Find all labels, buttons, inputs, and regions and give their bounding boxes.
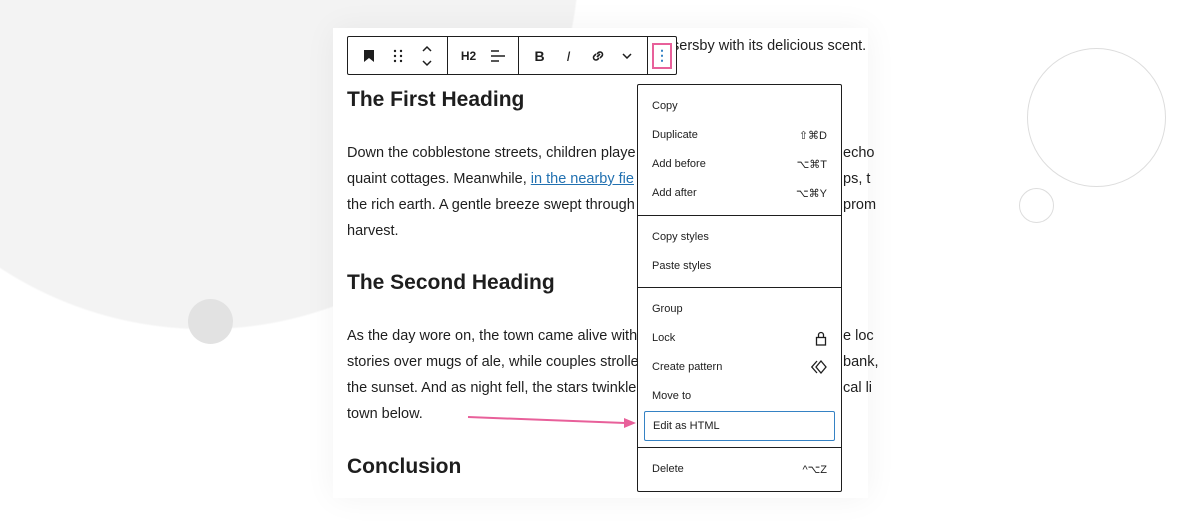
lock-icon xyxy=(815,331,827,346)
link-nearby-fields[interactable]: in the nearby fie xyxy=(531,171,634,187)
link-icon[interactable] xyxy=(583,38,612,74)
divider xyxy=(638,215,841,216)
menu-item-create-pattern[interactable]: Create pattern xyxy=(644,353,835,381)
bg-circle-small xyxy=(188,299,233,344)
paragraph-line: As the day wore on, the town came alive … xyxy=(347,328,638,344)
menu-item-edit-as-html[interactable]: Edit as HTML xyxy=(644,411,835,441)
bold-button[interactable]: B xyxy=(525,38,554,74)
paragraph-text: quaint cottages. Meanwhile, xyxy=(347,171,531,187)
bg-circle-outline-large xyxy=(1027,48,1166,187)
move-up-down-icon[interactable] xyxy=(412,38,441,74)
italic-button[interactable]: I xyxy=(554,38,583,74)
pointer-arrow xyxy=(467,416,636,428)
bookmark-icon[interactable] xyxy=(354,38,383,74)
divider xyxy=(638,287,841,288)
menu-item-move-to[interactable]: Move to xyxy=(644,382,835,410)
paragraph-line: quaint cottages. Meanwhile, in the nearb… xyxy=(347,166,636,192)
text-fragment: cal li xyxy=(843,380,873,396)
menu-item-copy[interactable]: Copy xyxy=(644,92,835,120)
heading-second[interactable]: The Second Heading xyxy=(347,271,555,295)
heading-level-button[interactable]: H2 xyxy=(454,38,483,74)
menu-item-add-after[interactable]: Add after ⌥⌘Y xyxy=(644,179,835,207)
align-icon[interactable] xyxy=(483,38,512,74)
pattern-icon xyxy=(811,360,827,374)
paragraph-line: the rich earth. A gentle breeze swept th… xyxy=(347,197,635,213)
chevron-down-icon[interactable] xyxy=(612,38,641,74)
drag-handle-icon[interactable] xyxy=(383,38,412,74)
paragraph-line: harvest. xyxy=(347,223,399,239)
menu-item-group[interactable]: Group xyxy=(644,295,835,323)
text-fragment: ps, t xyxy=(843,171,871,187)
bg-circle-outline-small xyxy=(1019,188,1054,223)
divider xyxy=(638,447,841,448)
block-options-menu: Copy Duplicate ⇧⌘D Add before ⌥⌘T Add afte… xyxy=(637,84,842,492)
block-toolbar: H2 B I ⋮ xyxy=(347,36,677,75)
heading-first[interactable]: The First Heading xyxy=(347,88,524,112)
heading-conclusion[interactable]: Conclusion xyxy=(347,455,461,479)
options-button[interactable]: ⋮ xyxy=(652,42,672,69)
menu-item-duplicate[interactable]: Duplicate ⇧⌘D xyxy=(644,121,835,149)
paragraph-line: stories over mugs of ale, while couples … xyxy=(347,354,639,370)
text-fragment: prom xyxy=(843,197,877,213)
text-fragment: echo xyxy=(843,145,875,161)
paragraph-line: the sunset. And as night fell, the stars… xyxy=(347,380,637,396)
menu-item-copy-styles[interactable]: Copy styles xyxy=(644,223,835,251)
paragraph-fragment: sersby with its delicious scent. xyxy=(672,38,867,54)
text-fragment: bank, xyxy=(843,354,879,370)
menu-item-delete[interactable]: Delete ^⌥Z xyxy=(644,455,835,483)
menu-item-paste-styles[interactable]: Paste styles xyxy=(644,252,835,280)
text-fragment: e loc xyxy=(843,328,874,344)
paragraph-1[interactable]: Down the cobblestone streets, children p… xyxy=(347,140,636,244)
menu-item-add-before[interactable]: Add before ⌥⌘T xyxy=(644,150,835,178)
menu-item-lock[interactable]: Lock xyxy=(644,324,835,352)
paragraph-line: Down the cobblestone streets, children p… xyxy=(347,145,636,161)
